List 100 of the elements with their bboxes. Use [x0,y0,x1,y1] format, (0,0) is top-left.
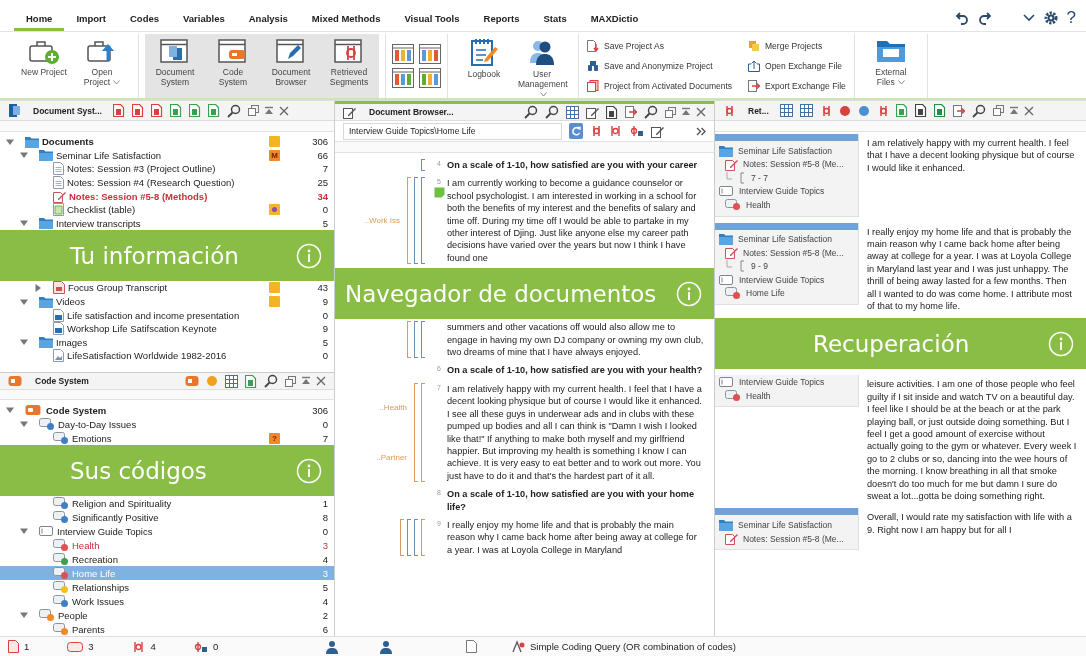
tree-item[interactable]: People 2 [0,608,334,622]
document-icon[interactable] [207,104,220,117]
tree-item[interactable]: LifeSatisfaction Worldwide 1982-2016 0 [0,349,334,363]
tree-item[interactable]: Notes: Session #5-8 (Methods) 34 [0,189,334,203]
tree-item[interactable]: Documents 306 [0,135,334,149]
user-icon[interactable] [378,639,392,654]
document-icon[interactable] [131,104,144,117]
minimize-icon[interactable] [681,107,691,117]
circle-icon[interactable] [838,104,851,117]
collapse-arrow-icon[interactable] [20,338,28,347]
restore-icon[interactable] [665,106,676,118]
segment-icon[interactable] [609,125,623,137]
tree-item[interactable]: Videos 9 [0,294,334,309]
ribbon-tab[interactable]: Home [14,11,65,31]
ribbon-tab[interactable]: Analysis [236,11,300,31]
coding-stripe[interactable] [421,321,425,359]
tree-item[interactable]: Code System 306 [0,403,334,417]
circle-icon[interactable] [857,104,870,117]
ribbon-tab[interactable]: Import [64,11,118,31]
ribbon-button[interactable]: Open Exchange File [746,56,848,76]
expand-arrow-icon[interactable] [34,283,42,292]
ribbon-tab[interactable]: Reports [471,11,532,31]
help-button[interactable]: ? [1066,10,1076,26]
zoom-icon[interactable] [545,105,559,119]
memo-icon[interactable]: M [269,149,280,161]
print-icon[interactable] [914,104,927,117]
collapse-arrow-icon[interactable] [6,406,14,414]
ribbon-button[interactable]: Retrieved Segments [321,34,377,98]
layout-icon[interactable] [419,44,441,64]
document-icon[interactable] [169,104,182,117]
ribbon-button[interactable]: Merge Projects [746,36,848,56]
layout-icon[interactable] [419,68,441,88]
ribbon-tab[interactable]: Visual Tools [392,11,472,31]
memo-icon[interactable]: ? [269,432,280,444]
ribbon-button[interactable]: Project from Activated Documents [585,76,735,96]
tree-item[interactable]: Seminar Life Satisfaction M 66 [0,148,334,163]
coding-stripe[interactable] [421,518,425,557]
segment-icon[interactable] [590,125,602,137]
tree-item[interactable]: Workshop Life Satifscation Keynote 9 [0,321,334,336]
ribbon-button[interactable]: Save Project As [585,36,735,56]
document-icon[interactable] [188,104,201,117]
tree-item[interactable]: Significantly Positive 8 [0,510,334,524]
document-icon[interactable] [466,640,477,653]
print-icon[interactable] [606,105,618,119]
collapse-arrow-icon[interactable] [20,527,28,535]
status-counter[interactable]: 3 [67,641,94,652]
collapse-arrow-icon[interactable] [20,297,28,306]
table-icon[interactable] [225,374,238,388]
collapse-arrow-icon[interactable] [20,151,28,160]
document-icon[interactable] [245,374,257,388]
document-icon[interactable] [150,104,163,117]
ribbon-button[interactable]: Document Browser [263,34,319,98]
settings-icon[interactable] [1043,11,1058,25]
close-icon[interactable] [696,107,706,117]
tree-item[interactable]: Notes: Session #4 (Research Question) 25 [0,175,334,190]
tree-item[interactable]: Checklist (table) 0 [0,202,334,217]
status-counter[interactable]: 4 [131,640,156,653]
segment-info-card[interactable]: Interview Guide Topics Health [715,375,859,408]
coding-stripe[interactable] [414,382,418,483]
refresh-icon[interactable] [569,123,583,139]
memo-icon[interactable] [433,187,445,199]
layout-icon[interactable] [392,44,414,64]
coding-stripe[interactable] [421,159,425,172]
tree-item[interactable]: Images 5 [0,335,334,350]
tree-item[interactable]: Day-to-Day Issues 0 [0,417,334,431]
coding-stripe[interactable] [414,321,418,359]
tree-item[interactable]: Health 3 [0,538,334,552]
close-icon[interactable] [316,376,326,387]
status-counter[interactable]: 1 [8,640,30,653]
coding-stripe[interactable] [414,177,418,265]
ribbon-button[interactable]: User Management [514,34,570,98]
ribbon-tab[interactable]: Stats [531,11,579,31]
table-icon[interactable] [799,104,813,117]
tree-item[interactable]: Notes: Session #3 (Project Outline) 7 [0,162,334,176]
status-counter[interactable]: 0 [193,640,219,653]
memo-icon[interactable] [269,204,280,216]
minimize-icon[interactable] [263,105,274,116]
ribbon-tab[interactable]: Mixed Methods [299,11,393,31]
segment-info-card[interactable]: Seminar Life Satisfaction Notes: Session #5-8 (Me... 7 - 7 Interview Guide Topics Health [715,134,859,217]
chevron-icon[interactable] [1022,14,1035,22]
tree-item[interactable]: Parents 6 [0,622,334,636]
more-icon[interactable] [696,126,706,136]
coding-stripe[interactable] [407,518,411,557]
export-icon[interactable] [952,104,965,117]
table-icon[interactable] [566,105,579,119]
path-dropdown[interactable]: Interview Guide Topics\Home Life [343,122,562,140]
tree-item[interactable]: Life satisfaction and income presentation 0 [0,308,334,322]
ribbon-button[interactable]: Open Project [74,34,130,98]
tree-item[interactable]: Emotions ? 7 [0,431,334,445]
undo-icon[interactable] [954,11,969,25]
coding-stripe[interactable] [400,518,404,557]
search-icon[interactable] [971,103,986,118]
collapse-arrow-icon[interactable] [20,611,28,619]
ribbon-button[interactable]: Code System [205,34,261,98]
minimize-icon[interactable] [1008,105,1019,116]
segment-icon[interactable] [630,125,644,137]
ribbon-button[interactable]: New Project [16,34,72,98]
table-icon[interactable] [779,104,793,117]
collapse-arrow-icon[interactable] [20,420,28,428]
spreadsheet-icon[interactable] [933,104,946,117]
